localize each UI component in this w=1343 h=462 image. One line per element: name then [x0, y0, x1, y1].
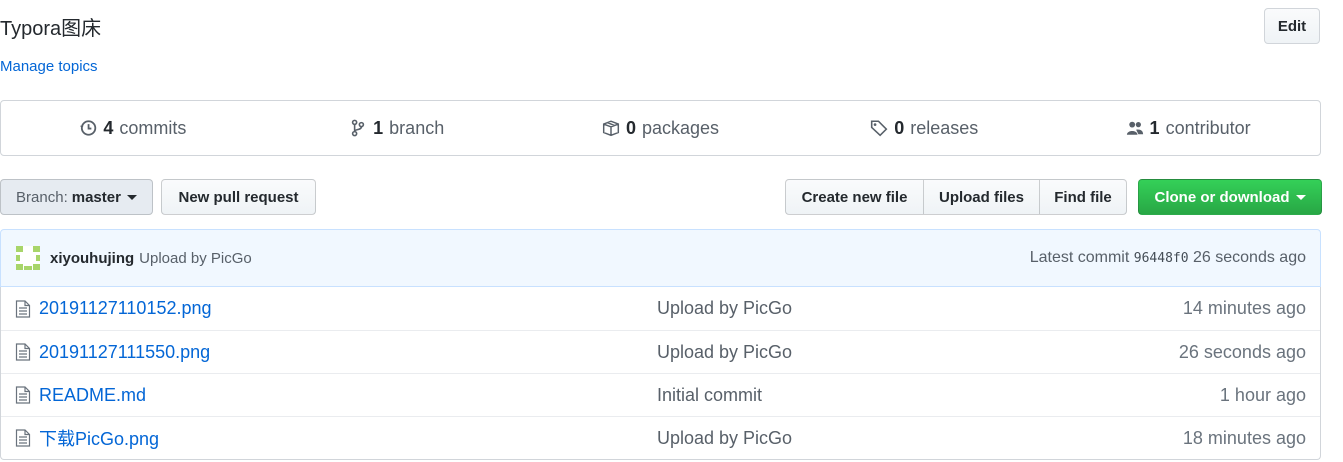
history-icon — [80, 120, 97, 136]
clone-label: Clone or download — [1154, 188, 1290, 206]
releases-link[interactable]: 0 releases — [792, 118, 1056, 139]
latest-commit-info: Latest commit 96448f0 26 seconds ago — [1030, 249, 1306, 267]
contributors-count: 1 — [1149, 117, 1160, 138]
branch-select-button[interactable]: Branch: master — [0, 179, 153, 215]
file-name-link[interactable]: 20191127111550.png — [39, 342, 210, 363]
people-icon — [1126, 121, 1143, 135]
file-name-link[interactable]: 下载PicGo.png — [39, 425, 159, 451]
new-pull-request-button[interactable]: New pull request — [161, 179, 316, 215]
file-commit-message[interactable]: Upload by PicGo — [657, 428, 792, 449]
commits-label: commits — [119, 117, 187, 138]
repo-description: Typora图床 — [0, 18, 102, 40]
caret-down-icon — [126, 194, 137, 200]
file-row: 下载PicGo.png Upload by PicGo 18 minutes a… — [1, 416, 1320, 459]
releases-count: 0 — [894, 117, 905, 138]
file-age: 14 minutes ago — [1182, 298, 1306, 318]
file-age: 26 seconds ago — [1178, 341, 1306, 362]
manage-topics-link[interactable]: Manage topics — [0, 58, 98, 75]
packages-link[interactable]: 0 packages — [529, 118, 793, 139]
file-commit-message[interactable]: Upload by PicGo — [657, 342, 792, 363]
file-age: 18 minutes ago — [1182, 427, 1306, 448]
latest-commit-age: 26 seconds ago — [1193, 249, 1306, 266]
branch-link[interactable]: 1 branch — [265, 118, 529, 139]
branch-label: branch — [389, 117, 445, 138]
file-commit-message[interactable]: Upload by PicGo — [657, 298, 792, 319]
commits-link[interactable]: 4 commits — [1, 118, 265, 139]
file-row: README.md Initial commit 1 hour ago — [1, 373, 1320, 416]
releases-label: releases — [910, 117, 979, 138]
file-icon — [15, 299, 31, 318]
avatar[interactable] — [16, 246, 40, 270]
package-icon — [602, 120, 619, 137]
contributors-label: contributor — [1165, 117, 1251, 138]
file-list: 20191127110152.png Upload by PicGo 14 mi… — [0, 287, 1321, 460]
commit-sha-link[interactable]: 96448f0 — [1134, 251, 1189, 266]
file-row: 20191127111550.png Upload by PicGo 26 se… — [1, 330, 1320, 373]
file-commit-message[interactable]: Initial commit — [657, 385, 762, 406]
edit-button[interactable]: Edit — [1264, 8, 1320, 44]
contributors-link[interactable]: 1 contributor — [1056, 118, 1320, 139]
packages-count: 0 — [625, 117, 636, 138]
commit-author-link[interactable]: xiyouhujing — [50, 250, 134, 267]
find-file-button[interactable]: Find file — [1039, 179, 1127, 215]
packages-label: packages — [641, 117, 720, 138]
create-new-file-button[interactable]: Create new file — [785, 179, 924, 215]
latest-commit-bar: xiyouhujing Upload by PicGo Latest commi… — [0, 229, 1321, 287]
caret-down-icon — [1295, 194, 1306, 200]
branch-prefix: Branch: — [16, 188, 68, 206]
clone-or-download-button[interactable]: Clone or download — [1138, 179, 1322, 215]
file-age: 1 hour ago — [1219, 384, 1306, 405]
git-branch-icon — [351, 119, 365, 137]
file-name-link[interactable]: 20191127110152.png — [39, 298, 212, 319]
commit-message-link[interactable]: Upload by PicGo — [139, 250, 252, 267]
file-icon — [15, 343, 31, 361]
file-name-link[interactable]: README.md — [39, 385, 146, 406]
branch-count: 1 — [373, 117, 384, 138]
latest-commit-label: Latest commit — [1029, 249, 1130, 266]
file-icon — [15, 429, 31, 447]
commits-count: 4 — [103, 117, 114, 138]
file-row: 20191127110152.png Upload by PicGo 14 mi… — [1, 287, 1320, 330]
upload-files-button[interactable]: Upload files — [923, 179, 1040, 215]
branch-name: master — [71, 188, 121, 206]
file-icon — [15, 386, 31, 404]
tag-icon — [871, 120, 888, 137]
repo-summary-bar: 4 commits 1 branch 0 packages 0 releases… — [0, 100, 1321, 156]
